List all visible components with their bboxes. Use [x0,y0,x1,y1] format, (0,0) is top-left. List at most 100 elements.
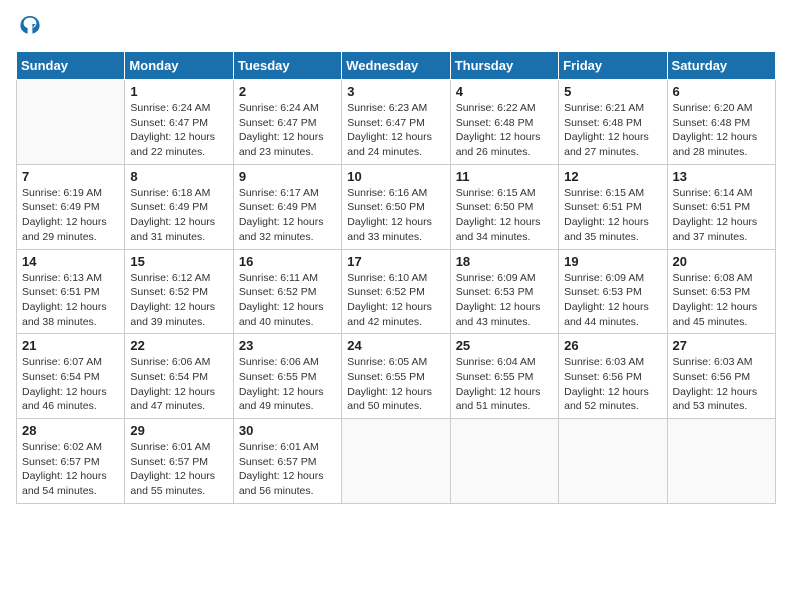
day-number: 13 [673,169,770,184]
day-number: 30 [239,423,336,438]
calendar-cell [17,80,125,165]
calendar-cell: 21Sunrise: 6:07 AM Sunset: 6:54 PM Dayli… [17,334,125,419]
calendar-cell: 14 Sunrise: 6:13 AM Sunset: 6:51 PM Dayli… [17,249,125,334]
day-number: 24 [347,338,444,353]
page-header [16,16,776,41]
calendar-cell: 27 Sunrise: 6:03 AM Sunset: 6:56 PM Dayli… [667,334,775,419]
calendar-cell: 16 Sunrise: 6:11 AM Sunset: 6:52 PM Dayli… [233,249,341,334]
calendar-cell [342,419,450,504]
weekday-header-sunday: Sunday [17,52,125,80]
calendar-cell: 5 Sunrise: 6:21 AM Sunset: 6:48 PM Daylig… [559,80,667,165]
day-info: Sunrise: 6:24 AM Sunset: 6:47 PM Dayligh… [239,101,336,160]
day-number: 20 [673,254,770,269]
calendar-week-row: 21Sunrise: 6:07 AM Sunset: 6:54 PM Dayli… [17,334,776,419]
calendar-cell: 25 Sunrise: 6:04 AM Sunset: 6:55 PM Dayli… [450,334,558,419]
day-info: Sunrise: 6:16 AM Sunset: 6:50 PM Dayligh… [347,186,444,245]
day-info: Sunrise: 6:03 AM Sunset: 6:56 PM Dayligh… [673,355,770,414]
day-number: 16 [239,254,336,269]
day-number: 6 [673,84,770,99]
calendar-cell: 29Sunrise: 6:01 AM Sunset: 6:57 PM Dayli… [125,419,233,504]
day-info: Sunrise: 6:01 AM Sunset: 6:57 PM Dayligh… [239,440,336,499]
calendar-cell: 10 Sunrise: 6:16 AM Sunset: 6:50 PM Dayli… [342,164,450,249]
weekday-header-friday: Friday [559,52,667,80]
calendar-cell: 19 Sunrise: 6:09 AM Sunset: 6:53 PM Dayli… [559,249,667,334]
day-info: Sunrise: 6:03 AM Sunset: 6:56 PM Dayligh… [564,355,661,414]
day-info: Sunrise: 6:06 AM Sunset: 6:54 PM Dayligh… [130,355,227,414]
calendar-cell [559,419,667,504]
calendar-header-row: SundayMondayTuesdayWednesdayThursdayFrid… [17,52,776,80]
calendar-cell: 15Sunrise: 6:12 AM Sunset: 6:52 PM Dayli… [125,249,233,334]
calendar-cell: 2 Sunrise: 6:24 AM Sunset: 6:47 PM Daylig… [233,80,341,165]
calendar-week-row: 1 Sunrise: 6:24 AM Sunset: 6:47 PM Daylig… [17,80,776,165]
calendar-cell: 3Sunrise: 6:23 AM Sunset: 6:47 PM Daylig… [342,80,450,165]
weekday-header-saturday: Saturday [667,52,775,80]
day-number: 29 [130,423,227,438]
calendar-cell: 26 Sunrise: 6:03 AM Sunset: 6:56 PM Dayli… [559,334,667,419]
day-info: Sunrise: 6:14 AM Sunset: 6:51 PM Dayligh… [673,186,770,245]
day-info: Sunrise: 6:07 AM Sunset: 6:54 PM Dayligh… [22,355,119,414]
calendar-cell: 22 Sunrise: 6:06 AM Sunset: 6:54 PM Dayli… [125,334,233,419]
calendar-cell: 1 Sunrise: 6:24 AM Sunset: 6:47 PM Daylig… [125,80,233,165]
day-number: 17 [347,254,444,269]
day-info: Sunrise: 6:08 AM Sunset: 6:53 PM Dayligh… [673,271,770,330]
day-number: 28 [22,423,119,438]
calendar-cell: 23 Sunrise: 6:06 AM Sunset: 6:55 PM Dayli… [233,334,341,419]
day-info: Sunrise: 6:18 AM Sunset: 6:49 PM Dayligh… [130,186,227,245]
day-number: 19 [564,254,661,269]
day-info: Sunrise: 6:24 AM Sunset: 6:47 PM Dayligh… [130,101,227,160]
day-number: 27 [673,338,770,353]
calendar-table: SundayMondayTuesdayWednesdayThursdayFrid… [16,51,776,504]
calendar-week-row: 14 Sunrise: 6:13 AM Sunset: 6:51 PM Dayli… [17,249,776,334]
day-number: 18 [456,254,553,269]
calendar-cell: 18 Sunrise: 6:09 AM Sunset: 6:53 PM Dayli… [450,249,558,334]
day-info: Sunrise: 6:17 AM Sunset: 6:49 PM Dayligh… [239,186,336,245]
day-info: Sunrise: 6:13 AM Sunset: 6:51 PM Dayligh… [22,271,119,330]
weekday-header-thursday: Thursday [450,52,558,80]
calendar-cell: 8 Sunrise: 6:18 AM Sunset: 6:49 PM Daylig… [125,164,233,249]
day-info: Sunrise: 6:09 AM Sunset: 6:53 PM Dayligh… [564,271,661,330]
day-number: 26 [564,338,661,353]
day-info: Sunrise: 6:21 AM Sunset: 6:48 PM Dayligh… [564,101,661,160]
day-info: Sunrise: 6:04 AM Sunset: 6:55 PM Dayligh… [456,355,553,414]
day-number: 9 [239,169,336,184]
day-number: 12 [564,169,661,184]
day-info: Sunrise: 6:20 AM Sunset: 6:48 PM Dayligh… [673,101,770,160]
calendar-cell: 24 Sunrise: 6:05 AM Sunset: 6:55 PM Dayli… [342,334,450,419]
day-info: Sunrise: 6:10 AM Sunset: 6:52 PM Dayligh… [347,271,444,330]
day-number: 2 [239,84,336,99]
day-info: Sunrise: 6:11 AM Sunset: 6:52 PM Dayligh… [239,271,336,330]
day-number: 22 [130,338,227,353]
day-info: Sunrise: 6:09 AM Sunset: 6:53 PM Dayligh… [456,271,553,330]
day-number: 14 [22,254,119,269]
weekday-header-wednesday: Wednesday [342,52,450,80]
calendar-week-row: 28 Sunrise: 6:02 AM Sunset: 6:57 PM Dayli… [17,419,776,504]
day-info: Sunrise: 6:12 AM Sunset: 6:52 PM Dayligh… [130,271,227,330]
day-number: 8 [130,169,227,184]
day-number: 10 [347,169,444,184]
weekday-header-tuesday: Tuesday [233,52,341,80]
day-info: Sunrise: 6:19 AM Sunset: 6:49 PM Dayligh… [22,186,119,245]
day-info: Sunrise: 6:05 AM Sunset: 6:55 PM Dayligh… [347,355,444,414]
day-number: 25 [456,338,553,353]
calendar-cell [450,419,558,504]
day-number: 23 [239,338,336,353]
calendar-cell: 6 Sunrise: 6:20 AM Sunset: 6:48 PM Daylig… [667,80,775,165]
weekday-header-monday: Monday [125,52,233,80]
day-number: 11 [456,169,553,184]
day-info: Sunrise: 6:06 AM Sunset: 6:55 PM Dayligh… [239,355,336,414]
calendar-cell: 17 Sunrise: 6:10 AM Sunset: 6:52 PM Dayli… [342,249,450,334]
calendar-cell: 9 Sunrise: 6:17 AM Sunset: 6:49 PM Daylig… [233,164,341,249]
calendar-cell: 12Sunrise: 6:15 AM Sunset: 6:51 PM Dayli… [559,164,667,249]
calendar-cell: 13 Sunrise: 6:14 AM Sunset: 6:51 PM Dayli… [667,164,775,249]
calendar-cell: 20 Sunrise: 6:08 AM Sunset: 6:53 PM Dayli… [667,249,775,334]
day-info: Sunrise: 6:15 AM Sunset: 6:50 PM Dayligh… [456,186,553,245]
day-number: 4 [456,84,553,99]
calendar-week-row: 7Sunrise: 6:19 AM Sunset: 6:49 PM Daylig… [17,164,776,249]
day-info: Sunrise: 6:02 AM Sunset: 6:57 PM Dayligh… [22,440,119,499]
logo-icon [18,12,42,36]
day-number: 1 [130,84,227,99]
day-number: 5 [564,84,661,99]
logo [16,16,42,41]
day-number: 3 [347,84,444,99]
calendar-cell: 30 Sunrise: 6:01 AM Sunset: 6:57 PM Dayli… [233,419,341,504]
